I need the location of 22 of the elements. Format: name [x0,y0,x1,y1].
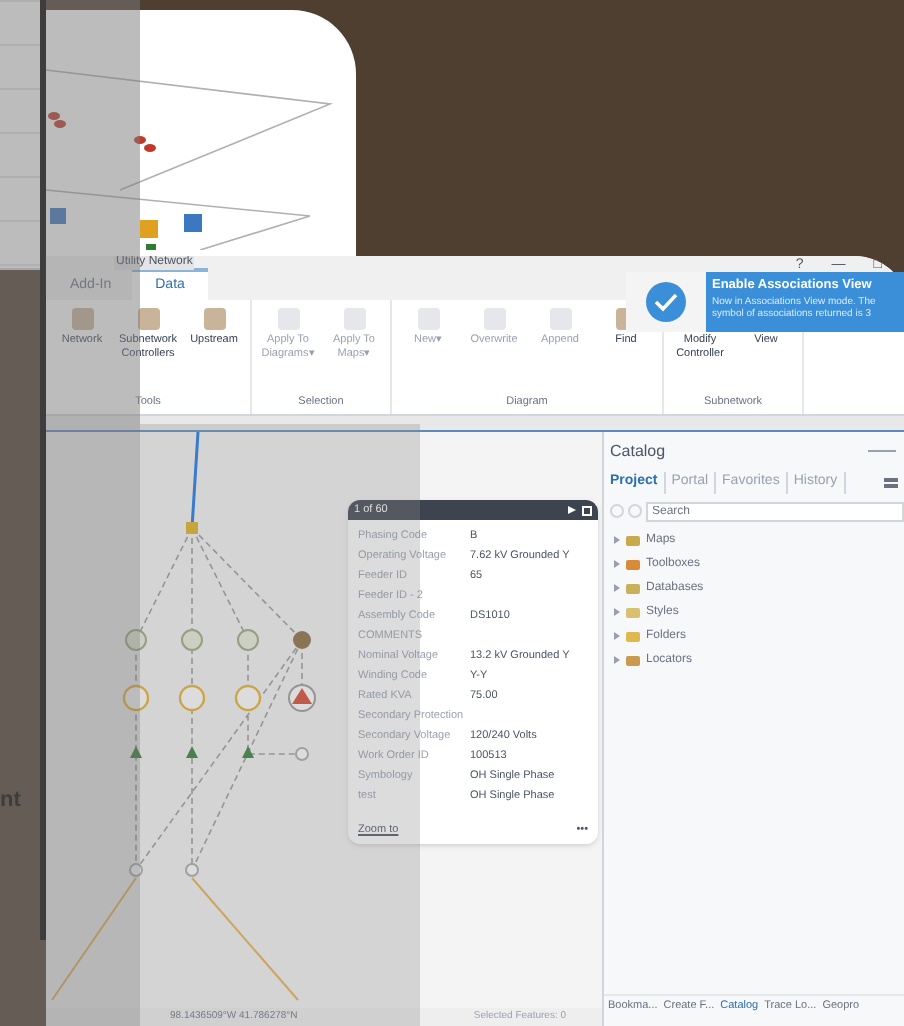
expand-arrow-icon[interactable] [614,584,620,592]
tool-icon [277,308,299,330]
check-icon [646,282,686,322]
expand-arrow-icon[interactable] [614,536,620,544]
forward-icon[interactable] [628,504,642,518]
play-icon [568,505,576,513]
expand-arrow-icon[interactable] [614,608,620,616]
pane-title: Catalog [610,440,666,464]
tool-icon [483,308,505,330]
tool-icon [343,308,365,330]
expand-arrow-icon[interactable] [614,560,620,568]
tool-icon [549,308,571,330]
pane-controls-icon [868,449,896,455]
tool-icon [203,308,225,330]
menu-icon [884,477,898,488]
tool-icon [137,308,159,330]
tool-icon [71,308,93,330]
expand-arrow-icon[interactable] [614,632,620,640]
tool-icon [417,308,439,330]
back-icon[interactable] [610,504,624,518]
expand-arrow-icon[interactable] [614,656,620,664]
window-icon [582,505,592,515]
